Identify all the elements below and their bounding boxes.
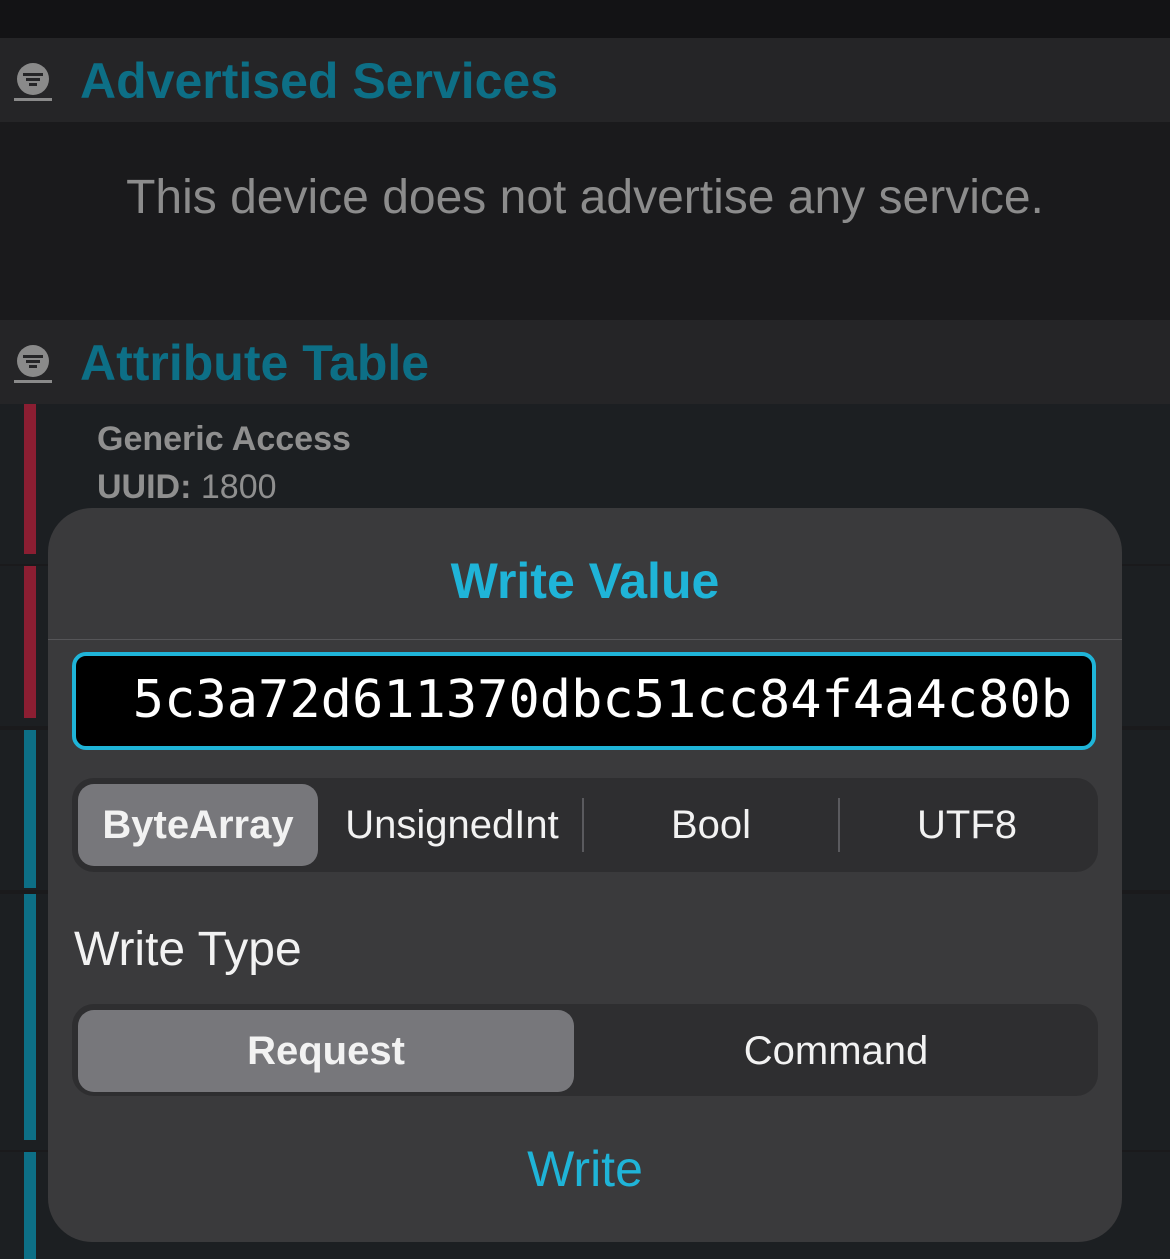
service-accent-bar <box>24 1152 36 1259</box>
service-name: Generic Access <box>97 420 351 458</box>
write-button[interactable]: Write <box>48 1140 1122 1198</box>
empty-services-message: This device does not advertise any servi… <box>126 171 1044 224</box>
segment-utf8[interactable]: UTF8 <box>840 784 1094 866</box>
segment-request[interactable]: Request <box>78 1010 574 1092</box>
section-title: Attribute Table <box>80 335 430 391</box>
write-type-label: Write Type <box>74 923 302 976</box>
format-segmented-control: ByteArray UnsignedInt Bool UTF8 <box>72 778 1098 872</box>
advertised-services-header[interactable]: Advertised Services <box>0 38 1170 122</box>
filter-icon <box>14 63 52 101</box>
divider <box>48 639 1122 640</box>
value-input[interactable]: 5c3a72d611370dbc51cc84f4a4c80b <box>72 652 1096 750</box>
service-uuid: UUID: 1800 <box>97 468 277 507</box>
attribute-table-header[interactable]: Attribute Table <box>0 320 1170 404</box>
service-accent-bar <box>24 404 36 554</box>
segment-bool[interactable]: Bool <box>584 784 838 866</box>
segment-command[interactable]: Command <box>580 1010 1092 1092</box>
segment-bytearray[interactable]: ByteArray <box>78 784 318 866</box>
service-accent-bar <box>24 566 36 718</box>
write-value-dialog: Write Value 5c3a72d611370dbc51cc84f4a4c8… <box>48 508 1122 1242</box>
dialog-title: Write Value <box>450 553 720 609</box>
service-accent-bar <box>24 730 36 888</box>
uuid-label: UUID: <box>97 468 192 506</box>
section-title: Advertised Services <box>80 53 559 109</box>
service-accent-bar <box>24 894 36 1140</box>
uuid-value: 1800 <box>200 468 277 506</box>
write-type-segmented-control: Request Command <box>72 1004 1098 1096</box>
value-text: 5c3a72d611370dbc51cc84f4a4c80b <box>132 670 1072 730</box>
top-strip <box>0 0 1170 38</box>
segment-unsignedint[interactable]: UnsignedInt <box>324 784 580 866</box>
filter-icon <box>14 345 52 383</box>
